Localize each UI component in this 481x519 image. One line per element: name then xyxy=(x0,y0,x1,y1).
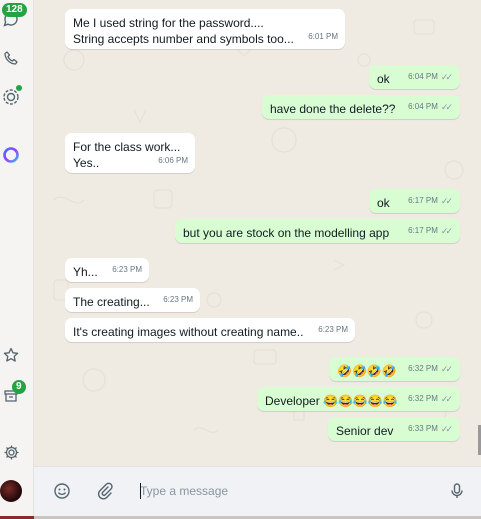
star-icon[interactable] xyxy=(0,344,22,366)
message-time: 6:04 PM xyxy=(408,102,438,111)
chat-conversation[interactable]: Me I used string for the password.... St… xyxy=(34,0,481,466)
message-time: 6:01 PM xyxy=(308,32,338,41)
message-text: Me I used string for the password.... St… xyxy=(73,16,294,46)
message-time: 6:33 PM xyxy=(408,424,438,433)
profile-avatar[interactable] xyxy=(0,480,22,502)
message-outgoing[interactable]: have done the delete?? 6:04 PM ✓✓ xyxy=(262,95,460,119)
message-incoming[interactable]: Yh... 6:23 PM xyxy=(65,258,149,282)
message-text: It's creating images without creating na… xyxy=(73,325,304,339)
message-time: 6:23 PM xyxy=(163,295,193,304)
gear-icon[interactable] xyxy=(0,441,22,463)
read-ticks-icon: ✓✓ xyxy=(440,102,453,112)
read-ticks-icon: ✓✓ xyxy=(440,226,453,236)
text-caret xyxy=(140,483,141,499)
message-time: 6:23 PM xyxy=(318,325,348,334)
message-outgoing[interactable]: ok 6:17 PM ✓✓ xyxy=(369,189,460,213)
message-time: 6:06 PM xyxy=(158,156,188,165)
meta-ai-icon[interactable] xyxy=(0,144,22,166)
message-incoming[interactable]: For the class work... Yes.. 6:06 PM xyxy=(65,133,195,173)
message-outgoing[interactable]: Developer 😂😂😂😂😂 6:32 PM ✓✓ xyxy=(257,387,460,411)
read-ticks-icon: ✓✓ xyxy=(440,72,453,82)
phone-icon[interactable] xyxy=(0,47,22,69)
read-ticks-icon: ✓✓ xyxy=(440,424,453,434)
message-outgoing[interactable]: 🤣🤣🤣🤣 6:32 PM ✓✓ xyxy=(329,357,460,381)
read-ticks-icon: ✓✓ xyxy=(440,394,453,404)
message-input[interactable] xyxy=(140,481,420,501)
archived-badge: 9 xyxy=(12,380,26,394)
message-time: 6:17 PM xyxy=(408,226,438,235)
left-rail: 128 9 xyxy=(0,0,34,519)
message-incoming[interactable]: It's creating images without creating na… xyxy=(65,318,355,342)
message-time: 6:17 PM xyxy=(408,196,438,205)
read-ticks-icon: ✓✓ xyxy=(440,364,453,374)
message-composer xyxy=(34,466,481,516)
message-outgoing[interactable]: Senior dev 6:33 PM ✓✓ xyxy=(328,417,460,441)
message-time: 6:23 PM xyxy=(112,265,142,274)
emoji-icon[interactable] xyxy=(51,480,73,502)
message-time: 6:32 PM xyxy=(408,394,438,403)
message-time: 6:32 PM xyxy=(408,364,438,373)
paperclip-icon[interactable] xyxy=(94,480,116,502)
chats-unread-badge: 128 xyxy=(2,3,27,17)
message-time: 6:04 PM xyxy=(408,72,438,81)
message-incoming[interactable]: Me I used string for the password.... St… xyxy=(65,9,345,49)
message-outgoing[interactable]: ok 6:04 PM ✓✓ xyxy=(369,65,460,89)
message-incoming[interactable]: The creating... 6:23 PM xyxy=(65,288,200,312)
message-outgoing[interactable]: but you are stock on the modelling app 6… xyxy=(175,219,460,243)
microphone-icon[interactable] xyxy=(446,480,468,502)
status-new-dot xyxy=(16,85,22,91)
read-ticks-icon: ✓✓ xyxy=(440,196,453,206)
